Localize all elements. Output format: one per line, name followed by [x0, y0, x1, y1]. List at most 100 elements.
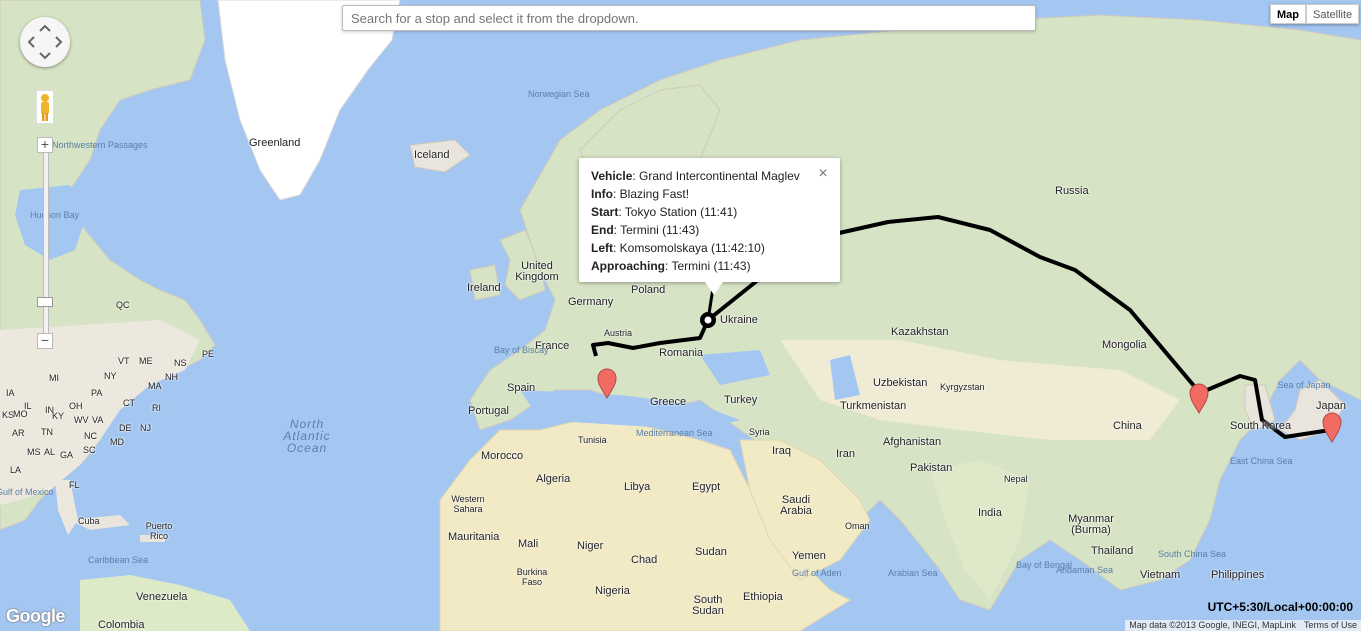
label-state-md: MD [110, 437, 124, 447]
label-bay-of-biscay: Bay of Biscay [494, 345, 549, 355]
label-uzbekistan: Uzbekistan [873, 377, 928, 389]
label-south-sudan: South Sudan [692, 594, 724, 617]
stop-marker-tokyo [1322, 412, 1342, 443]
label-state-tn: TN [41, 427, 53, 437]
label-mediterranean-sea: Mediterranean Sea [636, 428, 713, 438]
label-sea-of-japan: Sea of Japan [1277, 380, 1331, 390]
label-state-ns: NS [174, 358, 187, 368]
label-sudan: Sudan [695, 546, 727, 558]
timezone-readout: UTC+5:30/Local+00:00:00 [1207, 600, 1353, 614]
info-row-approaching: Approaching: Termini (11:43) [591, 259, 751, 273]
label-caribbean-sea: Caribbean Sea [88, 555, 149, 565]
label-state-va: VA [92, 415, 104, 425]
label-western-sahara: Western Sahara [451, 494, 485, 514]
label-state-pe: PE [202, 349, 215, 359]
label-state-ct: CT [123, 398, 135, 408]
zoom-slider-thumb[interactable] [37, 297, 53, 307]
label-andaman-sea: Andaman Sea [1056, 565, 1114, 575]
pan-control[interactable] [20, 17, 70, 67]
label-algeria: Algeria [536, 473, 571, 485]
label-china: China [1113, 420, 1142, 432]
zoom-out-button[interactable]: − [37, 333, 53, 349]
label-state-pa: PA [91, 388, 103, 398]
info-row-end: End: Termini (11:43) [591, 223, 700, 237]
label-vietnam: Vietnam [1140, 569, 1181, 581]
label-state-ri: RI [152, 403, 161, 413]
label-state-nj: NJ [140, 423, 151, 433]
label-romania: Romania [659, 347, 704, 359]
label-gulf-of-mexico: Gulf of Mexico [0, 487, 54, 497]
label-tunisia: Tunisia [578, 435, 607, 445]
label-myanmar: Myanmar (Burma) [1068, 513, 1114, 536]
map-type-satellite-button[interactable]: Satellite [1306, 4, 1360, 24]
label-niger: Niger [577, 540, 604, 552]
label-state-nc: NC [84, 431, 97, 441]
label-mauritania: Mauritania [448, 531, 500, 543]
zoom-in-button[interactable]: + [37, 137, 53, 153]
label-venezuela: Venezuela [136, 591, 188, 603]
route-layer [591, 215, 1342, 443]
label-pakistan: Pakistan [910, 462, 953, 474]
info-row-start: Start: Tokyo Station (11:41) [591, 205, 738, 219]
label-turkey: Turkey [724, 394, 758, 406]
label-northwestern-passages: Northwestern Passages [52, 140, 148, 150]
label-greenland: Greenland [249, 137, 301, 149]
vehicle-infowindow: Vehicle: Grand Intercontinental Maglev I… [579, 158, 840, 295]
label-state-wv: WV [74, 415, 89, 425]
label-state-vt: VT [118, 356, 130, 366]
label-philippines: Philippines [1211, 569, 1265, 581]
pan-control-icon [27, 24, 63, 60]
label-state-oh: OH [69, 401, 83, 411]
label-iceland: Iceland [414, 149, 450, 161]
label-syria: Syria [749, 427, 770, 437]
label-oman: Oman [845, 521, 870, 531]
label-state-ny: NY [104, 371, 117, 381]
info-row-info: Info: Blazing Fast! [591, 187, 690, 201]
infowindow-tail [705, 282, 723, 295]
label-mali: Mali [518, 538, 539, 550]
label-east-china-sea: East China Sea [1230, 456, 1293, 466]
label-russia: Russia [1055, 185, 1089, 197]
label-morocco: Morocco [481, 450, 524, 462]
label-state-me: ME [139, 356, 153, 366]
google-logo[interactable]: Google [6, 606, 66, 627]
label-north-atlantic-ocean: North Atlantic Ocean [283, 417, 331, 455]
map-type-map-button[interactable]: Map [1270, 4, 1306, 24]
pegman-icon [41, 94, 49, 121]
label-portugal: Portugal [468, 405, 509, 417]
map-canvas[interactable]: Greenland Iceland Norwegian Sea United K… [0, 0, 1361, 631]
zoom-slider-track[interactable] [43, 150, 49, 340]
label-kyrgyzstan: Kyrgyzstan [940, 382, 985, 392]
label-austria: Austria [604, 328, 633, 338]
street-view-pegman[interactable] [36, 90, 54, 124]
label-iraq: Iraq [772, 445, 791, 457]
label-chad: Chad [631, 554, 658, 566]
stop-marker-beijing [1189, 383, 1209, 414]
label-state-de: DE [119, 423, 132, 433]
label-spain: Spain [507, 382, 536, 394]
label-turkmenistan: Turkmenistan [840, 400, 907, 412]
label-hudson-bay: Hudson Bay [30, 210, 80, 220]
label-state-mo: MO [13, 409, 28, 419]
label-kazakhstan: Kazakhstan [891, 326, 949, 338]
map-attribution: Map data ©2013 Google, INEGI, MapLink Te… [1125, 620, 1361, 631]
label-saudi-arabia: Saudi Arabia [780, 494, 812, 517]
label-bay-of-bengal: Bay of Bengal [1016, 560, 1073, 570]
label-state-ms: MS [27, 447, 41, 457]
map-type-control: Map Satellite [1270, 4, 1360, 24]
label-burkina-faso: Burkina Faso [516, 567, 548, 587]
label-qc: QC [116, 300, 130, 310]
label-india: India [978, 507, 1002, 519]
label-state-ia: IA [6, 388, 15, 398]
label-state-la: LA [10, 465, 22, 475]
label-colombia: Colombia [98, 619, 145, 631]
terms-of-use-link[interactable]: Terms of Use [1300, 620, 1361, 631]
label-state-ky: KY [52, 411, 65, 421]
label-state-ma: MA [148, 381, 162, 391]
stop-search-input[interactable] [342, 5, 1036, 31]
label-ukraine: Ukraine [720, 314, 758, 326]
label-state-mi: MI [49, 373, 59, 383]
info-row-left: Left: Komsomolskaya (11:42:10) [591, 241, 765, 255]
stop-marker-termini [597, 368, 617, 399]
close-icon[interactable]: × [816, 166, 830, 182]
